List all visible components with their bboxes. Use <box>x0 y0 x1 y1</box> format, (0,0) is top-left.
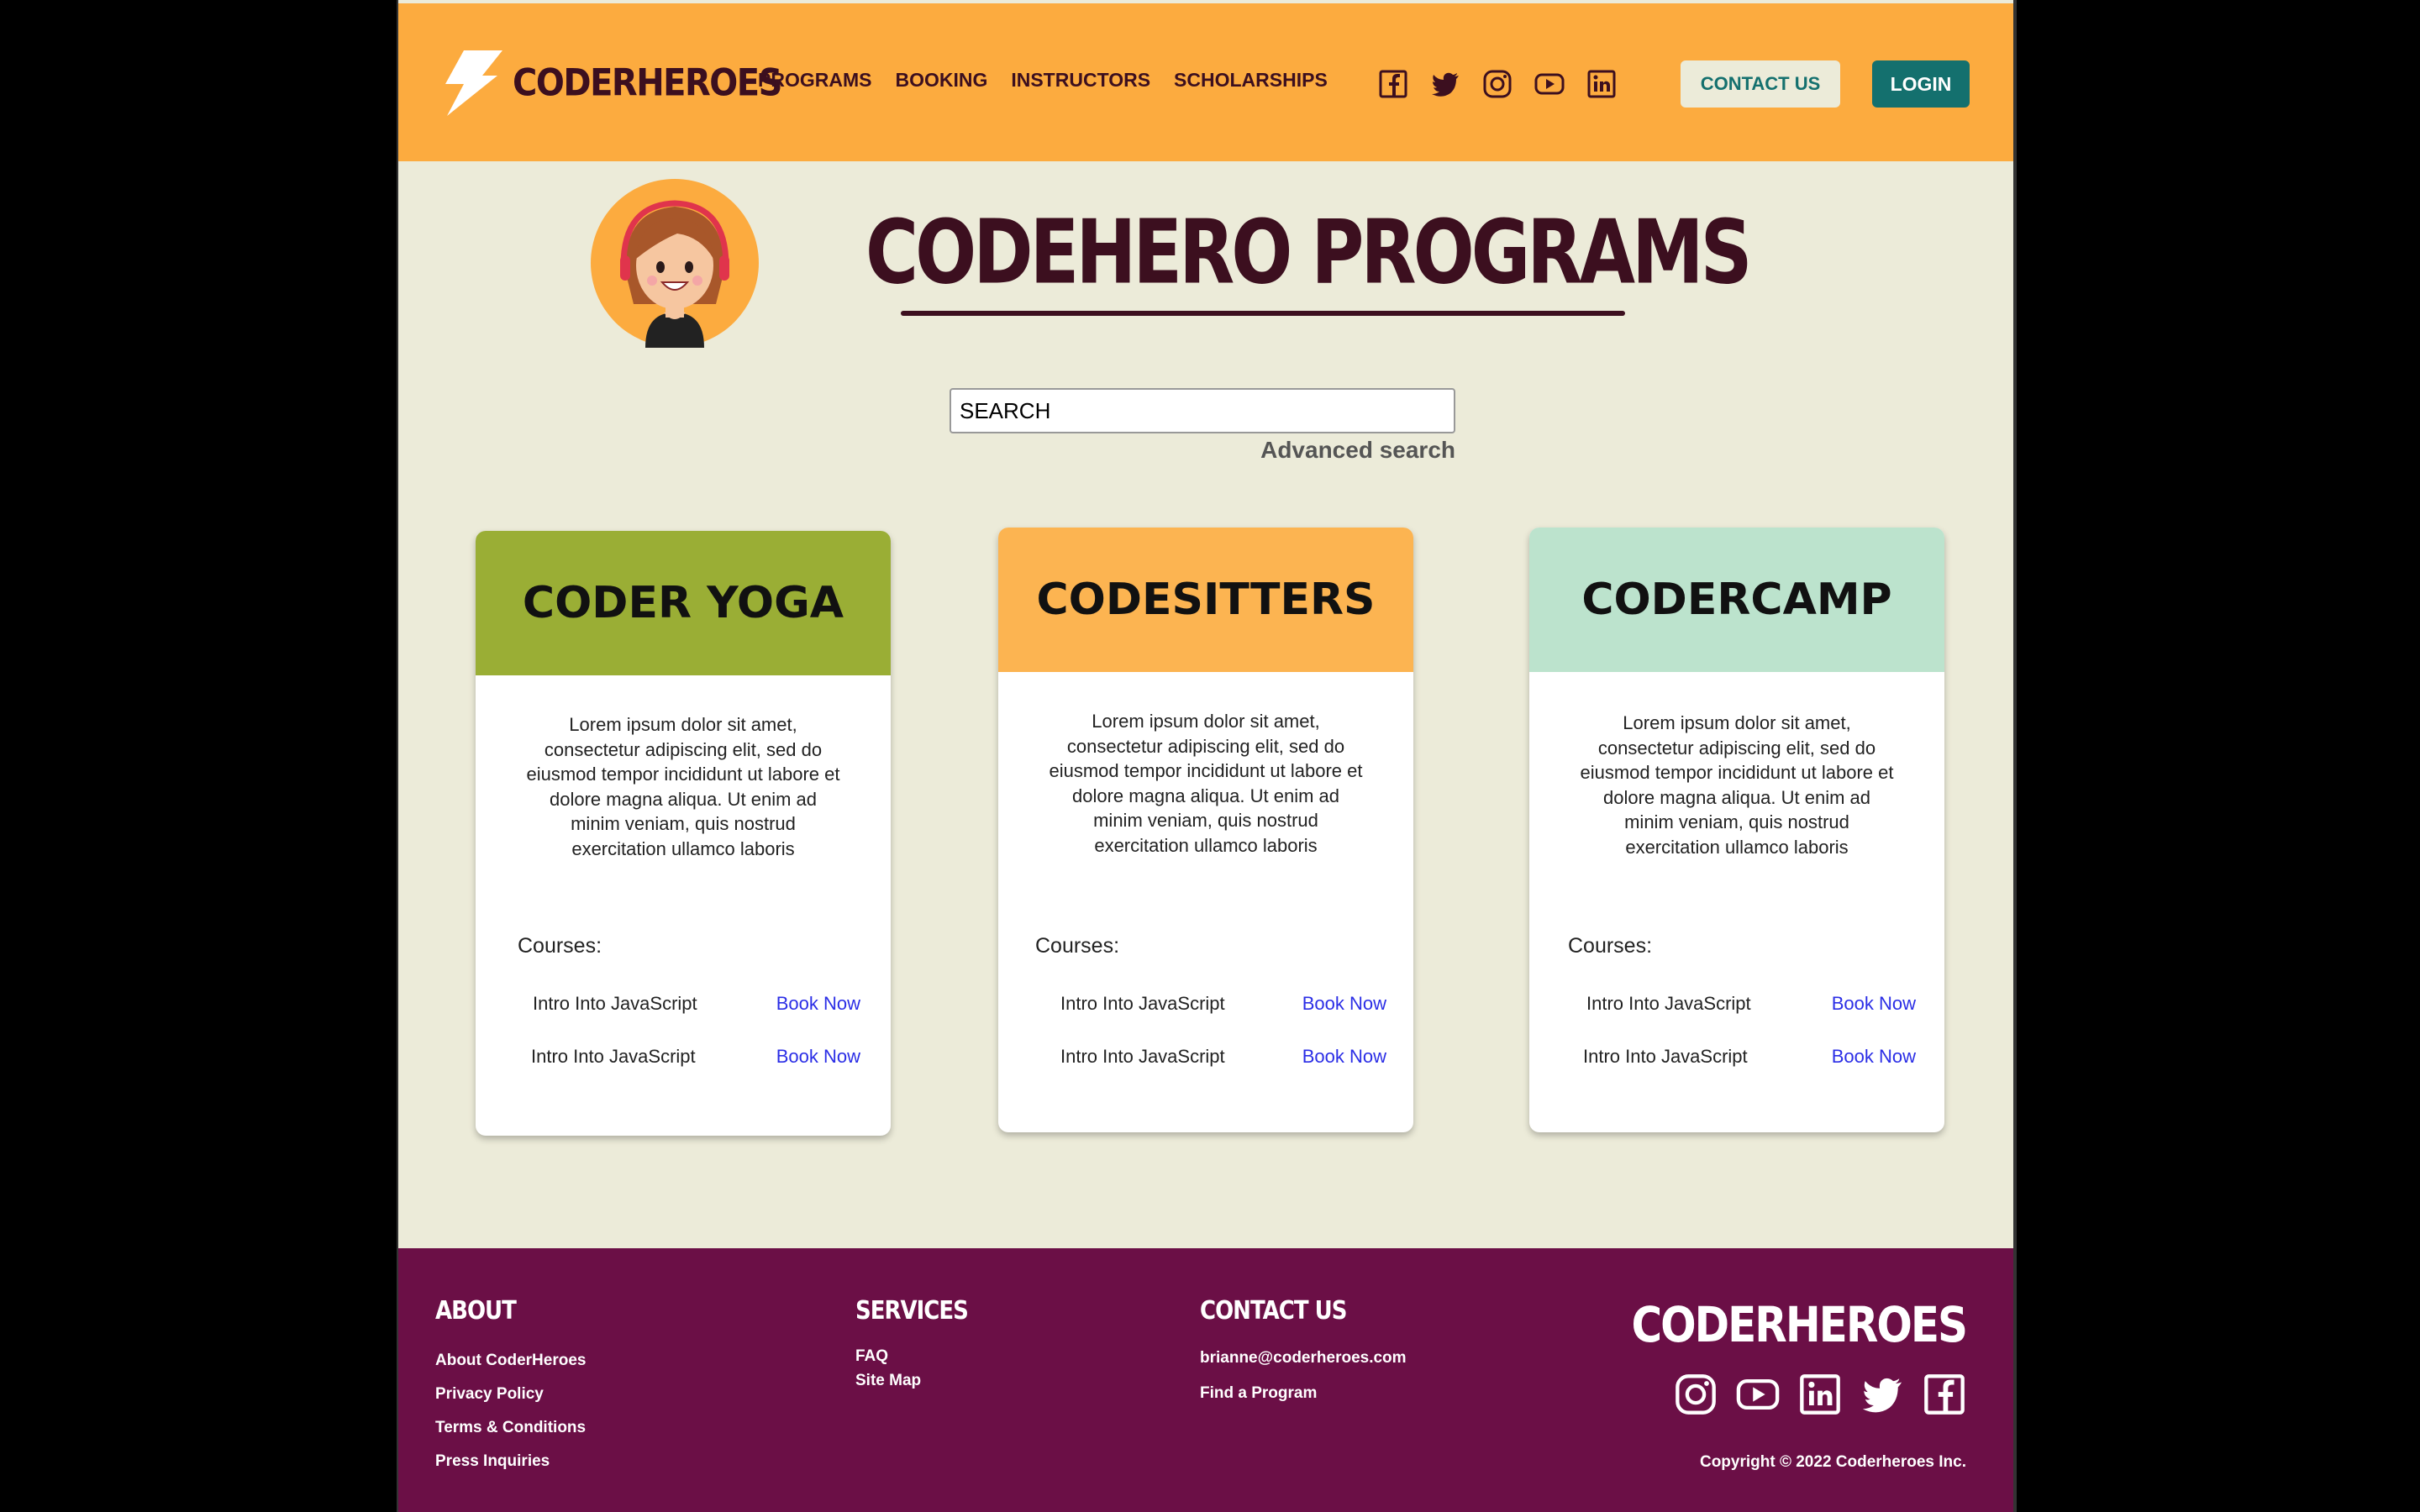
search-input[interactable] <box>950 388 1455 433</box>
course-row: Intro Into JavaScript Book Now <box>1060 993 1386 1015</box>
card-description: Lorem ipsum dolor sit amet, consectetur … <box>526 714 840 859</box>
book-now-link[interactable]: Book Now <box>1832 1046 1916 1068</box>
nav-instructors[interactable]: INSTRUCTORS <box>1011 69 1150 92</box>
nav-programs[interactable]: PROGRAMS <box>758 69 871 92</box>
lightning-bolt-icon <box>445 50 502 116</box>
footer-heading: CONTACT US <box>1200 1296 1347 1326</box>
book-now-link[interactable]: Book Now <box>1302 993 1386 1015</box>
course-name: Intro Into JavaScript <box>1060 993 1225 1014</box>
facebook-icon[interactable] <box>1378 69 1408 99</box>
avatar <box>591 179 759 348</box>
linkedin-icon[interactable] <box>1586 69 1617 99</box>
footer-link-press[interactable]: Press Inquiries <box>435 1445 586 1478</box>
nav-scholarships[interactable]: SCHOLARSHIPS <box>1174 69 1328 92</box>
linkedin-icon[interactable] <box>1798 1373 1842 1416</box>
course-row: Intro Into JavaScript Book Now <box>531 1046 860 1068</box>
twitter-icon[interactable] <box>1430 69 1460 99</box>
courses-label: Courses: <box>518 934 602 958</box>
footer-social-links <box>1674 1373 1966 1416</box>
course-row: Intro Into JavaScript Book Now <box>1583 1046 1916 1068</box>
footer-about: ABOUT About CoderHeroes Privacy Policy T… <box>435 1296 586 1478</box>
brand-logo[interactable]: CODERHEROES <box>435 47 782 119</box>
site-header: CODERHEROES PROGRAMS BOOKING INSTRUCTORS… <box>398 3 2013 161</box>
program-card-codercamp: CODERCAMP Lorem ipsum dolor sit amet, co… <box>1529 528 1944 1132</box>
footer-link-terms[interactable]: Terms & Conditions <box>435 1411 586 1445</box>
footer-link-find-program[interactable]: Find a Program <box>1200 1376 1407 1411</box>
book-now-link[interactable]: Book Now <box>1302 1046 1386 1068</box>
footer-link-about[interactable]: About CoderHeroes <box>435 1344 586 1378</box>
page-title: CODEHERO PROGRAMS <box>865 202 1753 304</box>
login-button[interactable]: LOGIN <box>1872 60 1970 108</box>
instagram-icon[interactable] <box>1674 1373 1718 1416</box>
footer-contact: CONTACT US brianne@coderheroes.com Find … <box>1200 1296 1407 1411</box>
footer-link-email[interactable]: brianne@coderheroes.com <box>1200 1341 1407 1376</box>
footer-services: SERVICES FAQ Site Map <box>855 1296 969 1393</box>
footer-link-faq[interactable]: FAQ <box>855 1344 968 1368</box>
course-name: Intro Into JavaScript <box>1060 1046 1225 1067</box>
youtube-icon[interactable] <box>1534 69 1565 99</box>
youtube-icon[interactable] <box>1736 1373 1780 1416</box>
facebook-icon[interactable] <box>1923 1373 1966 1416</box>
nav-booking[interactable]: BOOKING <box>895 69 987 92</box>
footer-logo[interactable]: CODERHEROES <box>1631 1297 1968 1353</box>
card-description: Lorem ipsum dolor sit amet, consectetur … <box>1580 712 1894 858</box>
title-underline <box>901 311 1625 316</box>
card-title: CODERCAMP <box>1529 528 1944 672</box>
card-description: Lorem ipsum dolor sit amet, consectetur … <box>1049 711 1363 856</box>
brand-name: CODERHEROES <box>513 61 782 105</box>
footer-link-privacy[interactable]: Privacy Policy <box>435 1378 586 1411</box>
footer-heading: SERVICES <box>855 1296 969 1326</box>
card-title: CODESITTERS <box>998 528 1413 672</box>
course-row: Intro Into JavaScript Book Now <box>1586 993 1916 1015</box>
contact-us-button[interactable]: CONTACT US <box>1681 60 1840 108</box>
footer-heading: ABOUT <box>435 1296 517 1326</box>
copyright-text: Copyright © 2022 Coderheroes Inc. <box>1699 1453 1966 1471</box>
twitter-icon[interactable] <box>1860 1373 1904 1416</box>
course-row: Intro Into JavaScript Book Now <box>1060 1046 1386 1068</box>
site-footer: ABOUT About CoderHeroes Privacy Policy T… <box>398 1248 2013 1512</box>
main-nav: PROGRAMS BOOKING INSTRUCTORS SCHOLARSHIP… <box>758 69 1328 92</box>
program-card-coder-yoga: CODER YOGA Lorem ipsum dolor sit amet, c… <box>476 531 891 1136</box>
course-row: Intro Into JavaScript Book Now <box>533 993 860 1015</box>
course-name: Intro Into JavaScript <box>531 1046 696 1067</box>
card-title: CODER YOGA <box>476 531 891 675</box>
instagram-icon[interactable] <box>1482 69 1512 99</box>
course-name: Intro Into JavaScript <box>533 993 697 1014</box>
book-now-link[interactable]: Book Now <box>1832 993 1916 1015</box>
header-social-links <box>1378 69 1617 99</box>
courses-label: Courses: <box>1035 934 1120 958</box>
book-now-link[interactable]: Book Now <box>776 993 860 1015</box>
program-card-codesitters: CODESITTERS Lorem ipsum dolor sit amet, … <box>998 528 1413 1132</box>
courses-label: Courses: <box>1568 934 1653 958</box>
course-name: Intro Into JavaScript <box>1586 993 1751 1014</box>
page-frame: CODERHEROES PROGRAMS BOOKING INSTRUCTORS… <box>397 0 2017 1512</box>
course-name: Intro Into JavaScript <box>1583 1046 1748 1067</box>
advanced-search-link[interactable]: Advanced search <box>1239 437 1455 464</box>
book-now-link[interactable]: Book Now <box>776 1046 860 1068</box>
footer-link-sitemap[interactable]: Site Map <box>855 1368 968 1393</box>
